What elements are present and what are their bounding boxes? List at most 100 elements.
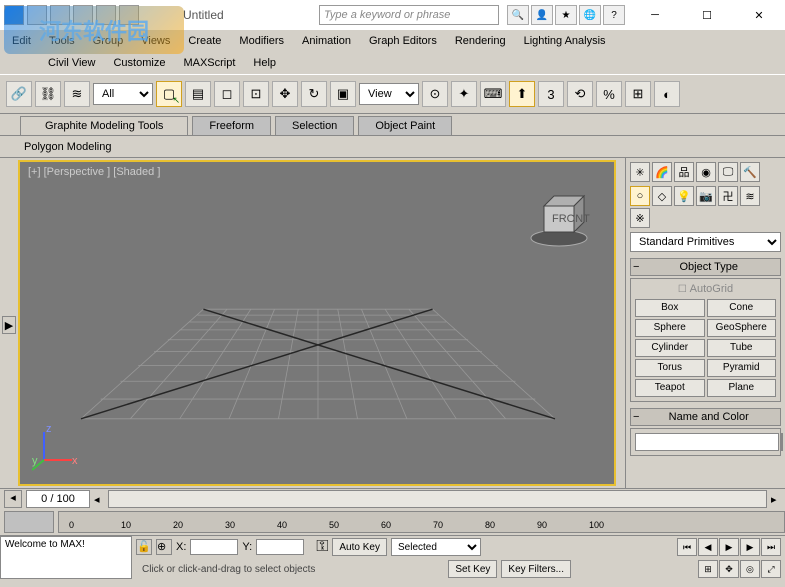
tab-freeform[interactable]: Freeform bbox=[192, 116, 271, 135]
helpers-icon[interactable]: 卍 bbox=[718, 186, 738, 206]
unlink-icon[interactable]: ⛓ bbox=[35, 81, 61, 107]
maxscript-listener[interactable]: Welcome to MAX! bbox=[0, 536, 132, 579]
rotate-tool-icon[interactable]: ↻ bbox=[301, 81, 327, 107]
named-sel-icon[interactable]: ⊞ bbox=[625, 81, 651, 107]
link-icon[interactable]: 🔗 bbox=[6, 81, 32, 107]
display-tab-icon[interactable]: 🖵 bbox=[718, 162, 738, 182]
help-icon[interactable]: ? bbox=[603, 5, 625, 25]
snap-toggle-icon[interactable]: ⬆ bbox=[509, 81, 535, 107]
pyramid-button[interactable]: Pyramid bbox=[707, 359, 777, 377]
goto-start-icon[interactable]: ⏮ bbox=[677, 538, 697, 556]
menu-maxscript[interactable]: MAXScript bbox=[175, 55, 243, 71]
create-tab-icon[interactable]: ✳ bbox=[630, 162, 650, 182]
tab-selection[interactable]: Selection bbox=[275, 116, 354, 135]
viewport-nav4-icon[interactable]: ⤢ bbox=[761, 560, 781, 578]
spinner-snap-icon[interactable]: % bbox=[596, 81, 622, 107]
timeline-config-icon[interactable]: ◂ bbox=[4, 490, 22, 508]
menu-help[interactable]: Help bbox=[245, 55, 284, 71]
viewport-nav1-icon[interactable]: ⊞ bbox=[698, 560, 718, 578]
viewcube-icon[interactable]: FRONT bbox=[524, 182, 594, 252]
utilities-tab-icon[interactable]: 🔨 bbox=[740, 162, 760, 182]
cylinder-button[interactable]: Cylinder bbox=[635, 339, 705, 357]
motion-tab-icon[interactable]: ◉ bbox=[696, 162, 716, 182]
geosphere-button[interactable]: GeoSphere bbox=[707, 319, 777, 337]
lock-icon[interactable]: 🔓 bbox=[136, 539, 152, 555]
window-crossing-icon[interactable]: ⊡ bbox=[243, 81, 269, 107]
bind-icon[interactable]: ≋ bbox=[64, 81, 90, 107]
percent-snap-icon[interactable]: ⟲ bbox=[567, 81, 593, 107]
tube-button[interactable]: Tube bbox=[707, 339, 777, 357]
star-icon[interactable]: ★ bbox=[555, 5, 577, 25]
y-input[interactable] bbox=[256, 539, 304, 555]
minimize-button[interactable]: ─ bbox=[633, 1, 677, 29]
menu-modifiers[interactable]: Modifiers bbox=[231, 33, 292, 49]
key-icon[interactable]: ⚿ bbox=[316, 538, 328, 556]
setkey-button[interactable]: Set Key bbox=[448, 560, 497, 578]
keymode-icon[interactable]: ⌨ bbox=[480, 81, 506, 107]
teapot-button[interactable]: Teapot bbox=[635, 379, 705, 397]
keymode-dropdown[interactable]: Selected bbox=[391, 538, 481, 556]
menu-lighting[interactable]: Lighting Analysis bbox=[516, 33, 614, 49]
systems-icon[interactable]: ※ bbox=[630, 208, 650, 228]
abs-transform-icon[interactable]: ⊕ bbox=[156, 539, 172, 555]
hierarchy-tab-icon[interactable]: 品 bbox=[674, 162, 694, 182]
object-type-header[interactable]: −Object Type bbox=[630, 258, 781, 276]
box-button[interactable]: Box bbox=[635, 299, 705, 317]
geometry-icon[interactable]: ○ bbox=[630, 186, 650, 206]
cameras-icon[interactable]: 📷 bbox=[696, 186, 716, 206]
close-button[interactable]: ✕ bbox=[737, 1, 781, 29]
time-slider[interactable] bbox=[108, 490, 767, 508]
prev-frame-icon[interactable]: ◀ bbox=[698, 538, 718, 556]
x-input[interactable] bbox=[190, 539, 238, 555]
menu-customize[interactable]: Customize bbox=[105, 55, 173, 71]
pivot-icon[interactable]: ⊙ bbox=[422, 81, 448, 107]
shapes-icon[interactable]: ◇ bbox=[652, 186, 672, 206]
next-frame-icon[interactable]: ▶ bbox=[740, 538, 760, 556]
perspective-viewport[interactable]: [+] [Perspective ] [Shaded ] bbox=[18, 160, 616, 486]
slider-left-icon[interactable]: ◂ bbox=[94, 493, 108, 506]
globe-icon[interactable]: 🌐 bbox=[579, 5, 601, 25]
cone-button[interactable]: Cone bbox=[707, 299, 777, 317]
selection-filter-dropdown[interactable]: All bbox=[93, 83, 153, 105]
play-icon[interactable]: ▶ bbox=[719, 538, 739, 556]
viewport-expand-handle[interactable]: ▶ bbox=[2, 316, 16, 334]
maximize-button[interactable]: ☐ bbox=[685, 1, 729, 29]
viewport-nav2-icon[interactable]: ✥ bbox=[719, 560, 739, 578]
tab-objectpaint[interactable]: Object Paint bbox=[358, 116, 452, 135]
menu-grapheditors[interactable]: Graph Editors bbox=[361, 33, 445, 49]
sphere-button[interactable]: Sphere bbox=[635, 319, 705, 337]
spacewarps-icon[interactable]: ≋ bbox=[740, 186, 760, 206]
menu-animation[interactable]: Animation bbox=[294, 33, 359, 49]
menu-rendering[interactable]: Rendering bbox=[447, 33, 514, 49]
mirror-icon[interactable]: ◐ bbox=[654, 81, 680, 107]
name-color-header[interactable]: −Name and Color bbox=[630, 408, 781, 426]
torus-button[interactable]: Torus bbox=[635, 359, 705, 377]
keyfilters-button[interactable]: Key Filters... bbox=[501, 560, 571, 578]
modify-tab-icon[interactable]: 🌈 bbox=[652, 162, 672, 182]
goto-end-icon[interactable]: ⏭ bbox=[761, 538, 781, 556]
polygon-modeling-label[interactable]: Polygon Modeling bbox=[12, 138, 123, 156]
tab-graphite[interactable]: Graphite Modeling Tools bbox=[20, 116, 188, 135]
binoculars-icon[interactable]: 🔍 bbox=[507, 5, 529, 25]
select-tool-icon[interactable]: ▢↖ bbox=[156, 81, 182, 107]
object-name-input[interactable] bbox=[635, 433, 779, 451]
select-by-name-icon[interactable]: ▤ bbox=[185, 81, 211, 107]
scale-tool-icon[interactable]: ▣ bbox=[330, 81, 356, 107]
time-ruler[interactable]: 0 10 20 30 40 50 60 70 80 90 100 bbox=[58, 511, 785, 533]
rect-select-icon[interactable]: ◻ bbox=[214, 81, 240, 107]
category-dropdown[interactable]: Standard Primitives bbox=[630, 232, 781, 252]
slider-right-icon[interactable]: ▸ bbox=[771, 493, 785, 506]
plane-button[interactable]: Plane bbox=[707, 379, 777, 397]
manipulate-icon[interactable]: ✦ bbox=[451, 81, 477, 107]
autogrid-checkbox[interactable]: ☐ AutoGrid bbox=[635, 283, 776, 295]
help-search-input[interactable]: Type a keyword or phrase bbox=[319, 5, 499, 25]
move-tool-icon[interactable]: ✥ bbox=[272, 81, 298, 107]
lights-icon[interactable]: 💡 bbox=[674, 186, 694, 206]
ref-coord-dropdown[interactable]: View bbox=[359, 83, 419, 105]
angle-snap-icon[interactable]: 3 bbox=[538, 81, 564, 107]
signin-icon[interactable]: 👤 bbox=[531, 5, 553, 25]
track-thumbnail[interactable] bbox=[4, 511, 54, 533]
menu-civilview[interactable]: Civil View bbox=[40, 55, 103, 71]
object-color-swatch[interactable] bbox=[781, 433, 783, 451]
menu-create[interactable]: Create bbox=[180, 33, 229, 49]
